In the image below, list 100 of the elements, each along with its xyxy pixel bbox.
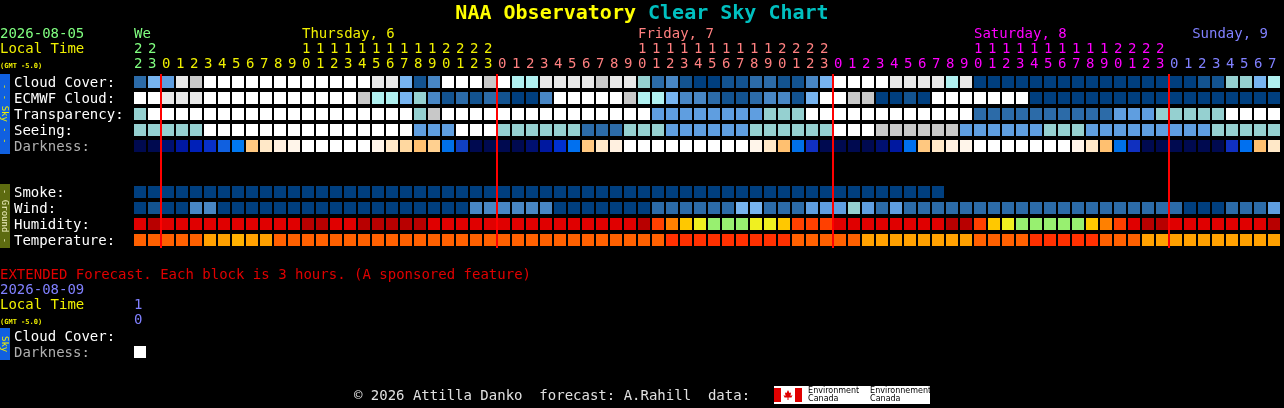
hour-label: 20	[1114, 41, 1123, 71]
hour-label: 16	[1058, 41, 1067, 71]
forecast-date: 2026-08-05	[0, 26, 86, 41]
hour-label: 23	[820, 41, 829, 71]
row-label: Seeing:	[14, 122, 74, 138]
hour-label: 22	[134, 41, 143, 71]
hour-label: 12	[666, 41, 675, 71]
hour-label: 17	[736, 41, 745, 71]
hour-label: 0	[1170, 56, 1179, 71]
hour-label: 22	[470, 41, 479, 71]
hour-label: 0	[498, 56, 507, 71]
hour-label: 21	[792, 41, 801, 71]
hour-label: 23	[1156, 41, 1165, 71]
hour-label: 14	[358, 41, 367, 71]
day-label: We	[134, 25, 151, 41]
hour-label: 0	[834, 56, 843, 71]
row-label: Smoke:	[14, 184, 66, 200]
row-label: Cloud Cover:	[14, 328, 117, 344]
hour-label: 7	[260, 56, 269, 71]
hour-label: 10	[134, 297, 143, 327]
flag-icon	[774, 388, 803, 402]
hour-label: 4	[1226, 56, 1235, 71]
hour-label: 5	[1240, 56, 1249, 71]
row-label: Cloud Cover:	[14, 74, 117, 90]
hour-label: 12	[330, 41, 339, 71]
day-label: Thursday, 6	[302, 25, 395, 41]
hour-label: 7	[1268, 56, 1277, 71]
hour-label: 5	[904, 56, 913, 71]
hour-label: 17	[400, 41, 409, 71]
hour-label: 11	[988, 41, 997, 71]
local-time-label: Local Time	[0, 297, 86, 312]
hour-label: 8	[274, 56, 283, 71]
hour-label: 2	[1198, 56, 1207, 71]
hour-label: 21	[1128, 41, 1137, 71]
hour-label: 7	[932, 56, 941, 71]
local-time-label: Local Time	[0, 41, 86, 56]
logo-text: Environment Canada	[808, 387, 861, 403]
hour-label: 6	[582, 56, 591, 71]
hour-label: 3	[1212, 56, 1221, 71]
hour-label: 9	[288, 56, 297, 71]
hour-label: 6	[1254, 56, 1263, 71]
hour-label: 3	[876, 56, 885, 71]
hour-label: 13	[1016, 41, 1025, 71]
hour-label: 18	[414, 41, 423, 71]
hour-label: 1	[512, 56, 521, 71]
forecast-date: 2026-08-09	[0, 282, 86, 297]
hour-label: 5	[568, 56, 577, 71]
hour-label: 9	[960, 56, 969, 71]
hour-label: 22	[806, 41, 815, 71]
row-label: Wind:	[14, 200, 58, 216]
chart-title: Clear Sky Chart	[648, 0, 829, 24]
hour-label: 12	[1002, 41, 1011, 71]
hour-label: 4	[890, 56, 899, 71]
site-title: NAA Observatory	[455, 0, 636, 24]
day-label: Sunday, 9	[1192, 25, 1268, 41]
day-label: Friday, 7	[638, 25, 714, 41]
footer-credit: © 2026 Attilla Danko forecast: A.Rahill data:	[353, 387, 751, 403]
hour-label: 4	[554, 56, 563, 71]
row-label: Humidity:	[14, 216, 91, 232]
hour-label: 13	[680, 41, 689, 71]
hour-label: 16	[722, 41, 731, 71]
hour-label: 16	[386, 41, 395, 71]
hour-label: 11	[316, 41, 325, 71]
hour-label: 23	[484, 41, 493, 71]
row-label: Darkness:	[14, 344, 91, 360]
row-label: Temperature:	[14, 232, 117, 248]
hour-label: 15	[1044, 41, 1053, 71]
row-label: Darkness:	[14, 138, 91, 154]
hour-label: 5	[232, 56, 241, 71]
hour-label: 13	[344, 41, 353, 71]
hour-label: 6	[918, 56, 927, 71]
hour-label: 3	[204, 56, 213, 71]
hour-label: 1	[1184, 56, 1193, 71]
hour-label: 10	[974, 41, 983, 71]
hour-label: 1	[848, 56, 857, 71]
hour-label: 20	[778, 41, 787, 71]
hour-label: 18	[750, 41, 759, 71]
hour-label: 19	[428, 41, 437, 71]
day-label: Saturday, 8	[974, 25, 1067, 41]
hour-label: 21	[456, 41, 465, 71]
hour-label: 22	[1142, 41, 1151, 71]
row-label: Transparency:	[14, 106, 125, 122]
hour-label: 15	[372, 41, 381, 71]
hour-label: 14	[1030, 41, 1039, 71]
hour-label: 9	[624, 56, 633, 71]
hour-label: 11	[652, 41, 661, 71]
hour-label: 2	[862, 56, 871, 71]
hour-label: 0	[162, 56, 171, 71]
hour-label: 2	[190, 56, 199, 71]
hour-label: 20	[442, 41, 451, 71]
hour-label: 23	[148, 41, 157, 71]
hour-label: 1	[176, 56, 185, 71]
hour-label: 8	[610, 56, 619, 71]
hour-label: 18	[1086, 41, 1095, 71]
hour-label: 2	[526, 56, 535, 71]
extended-note: EXTENDED Forecast. Each block is 3 hours. (A sponsored feature)	[0, 266, 532, 282]
hour-label: 10	[638, 41, 647, 71]
hour-label: 19	[764, 41, 773, 71]
row-label: ECMWF Cloud:	[14, 90, 117, 106]
hour-label: 17	[1072, 41, 1081, 71]
